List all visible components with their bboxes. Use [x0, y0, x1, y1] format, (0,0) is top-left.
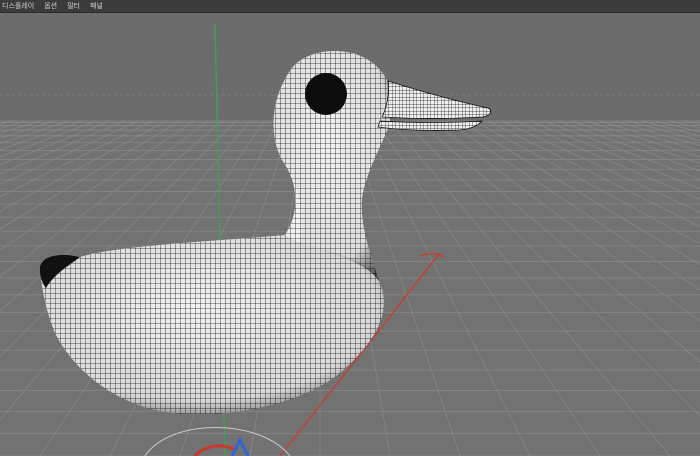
- menu-display[interactable]: 디스플레이: [2, 0, 34, 13]
- duck-eye: [305, 73, 347, 115]
- 3d-viewport[interactable]: [0, 13, 700, 456]
- duck-beak-lower[interactable]: [377, 120, 483, 131]
- menu-filter[interactable]: 필터: [67, 0, 80, 13]
- viewport-canvas[interactable]: [0, 13, 700, 456]
- menu-panel[interactable]: 패널: [90, 0, 103, 13]
- menu-options[interactable]: 옵션: [44, 0, 57, 13]
- 3d-app-window: 디스플레이 옵션 필터 패널: [0, 0, 700, 456]
- viewport-menu-bar: 디스플레이 옵션 필터 패널: [0, 0, 700, 13]
